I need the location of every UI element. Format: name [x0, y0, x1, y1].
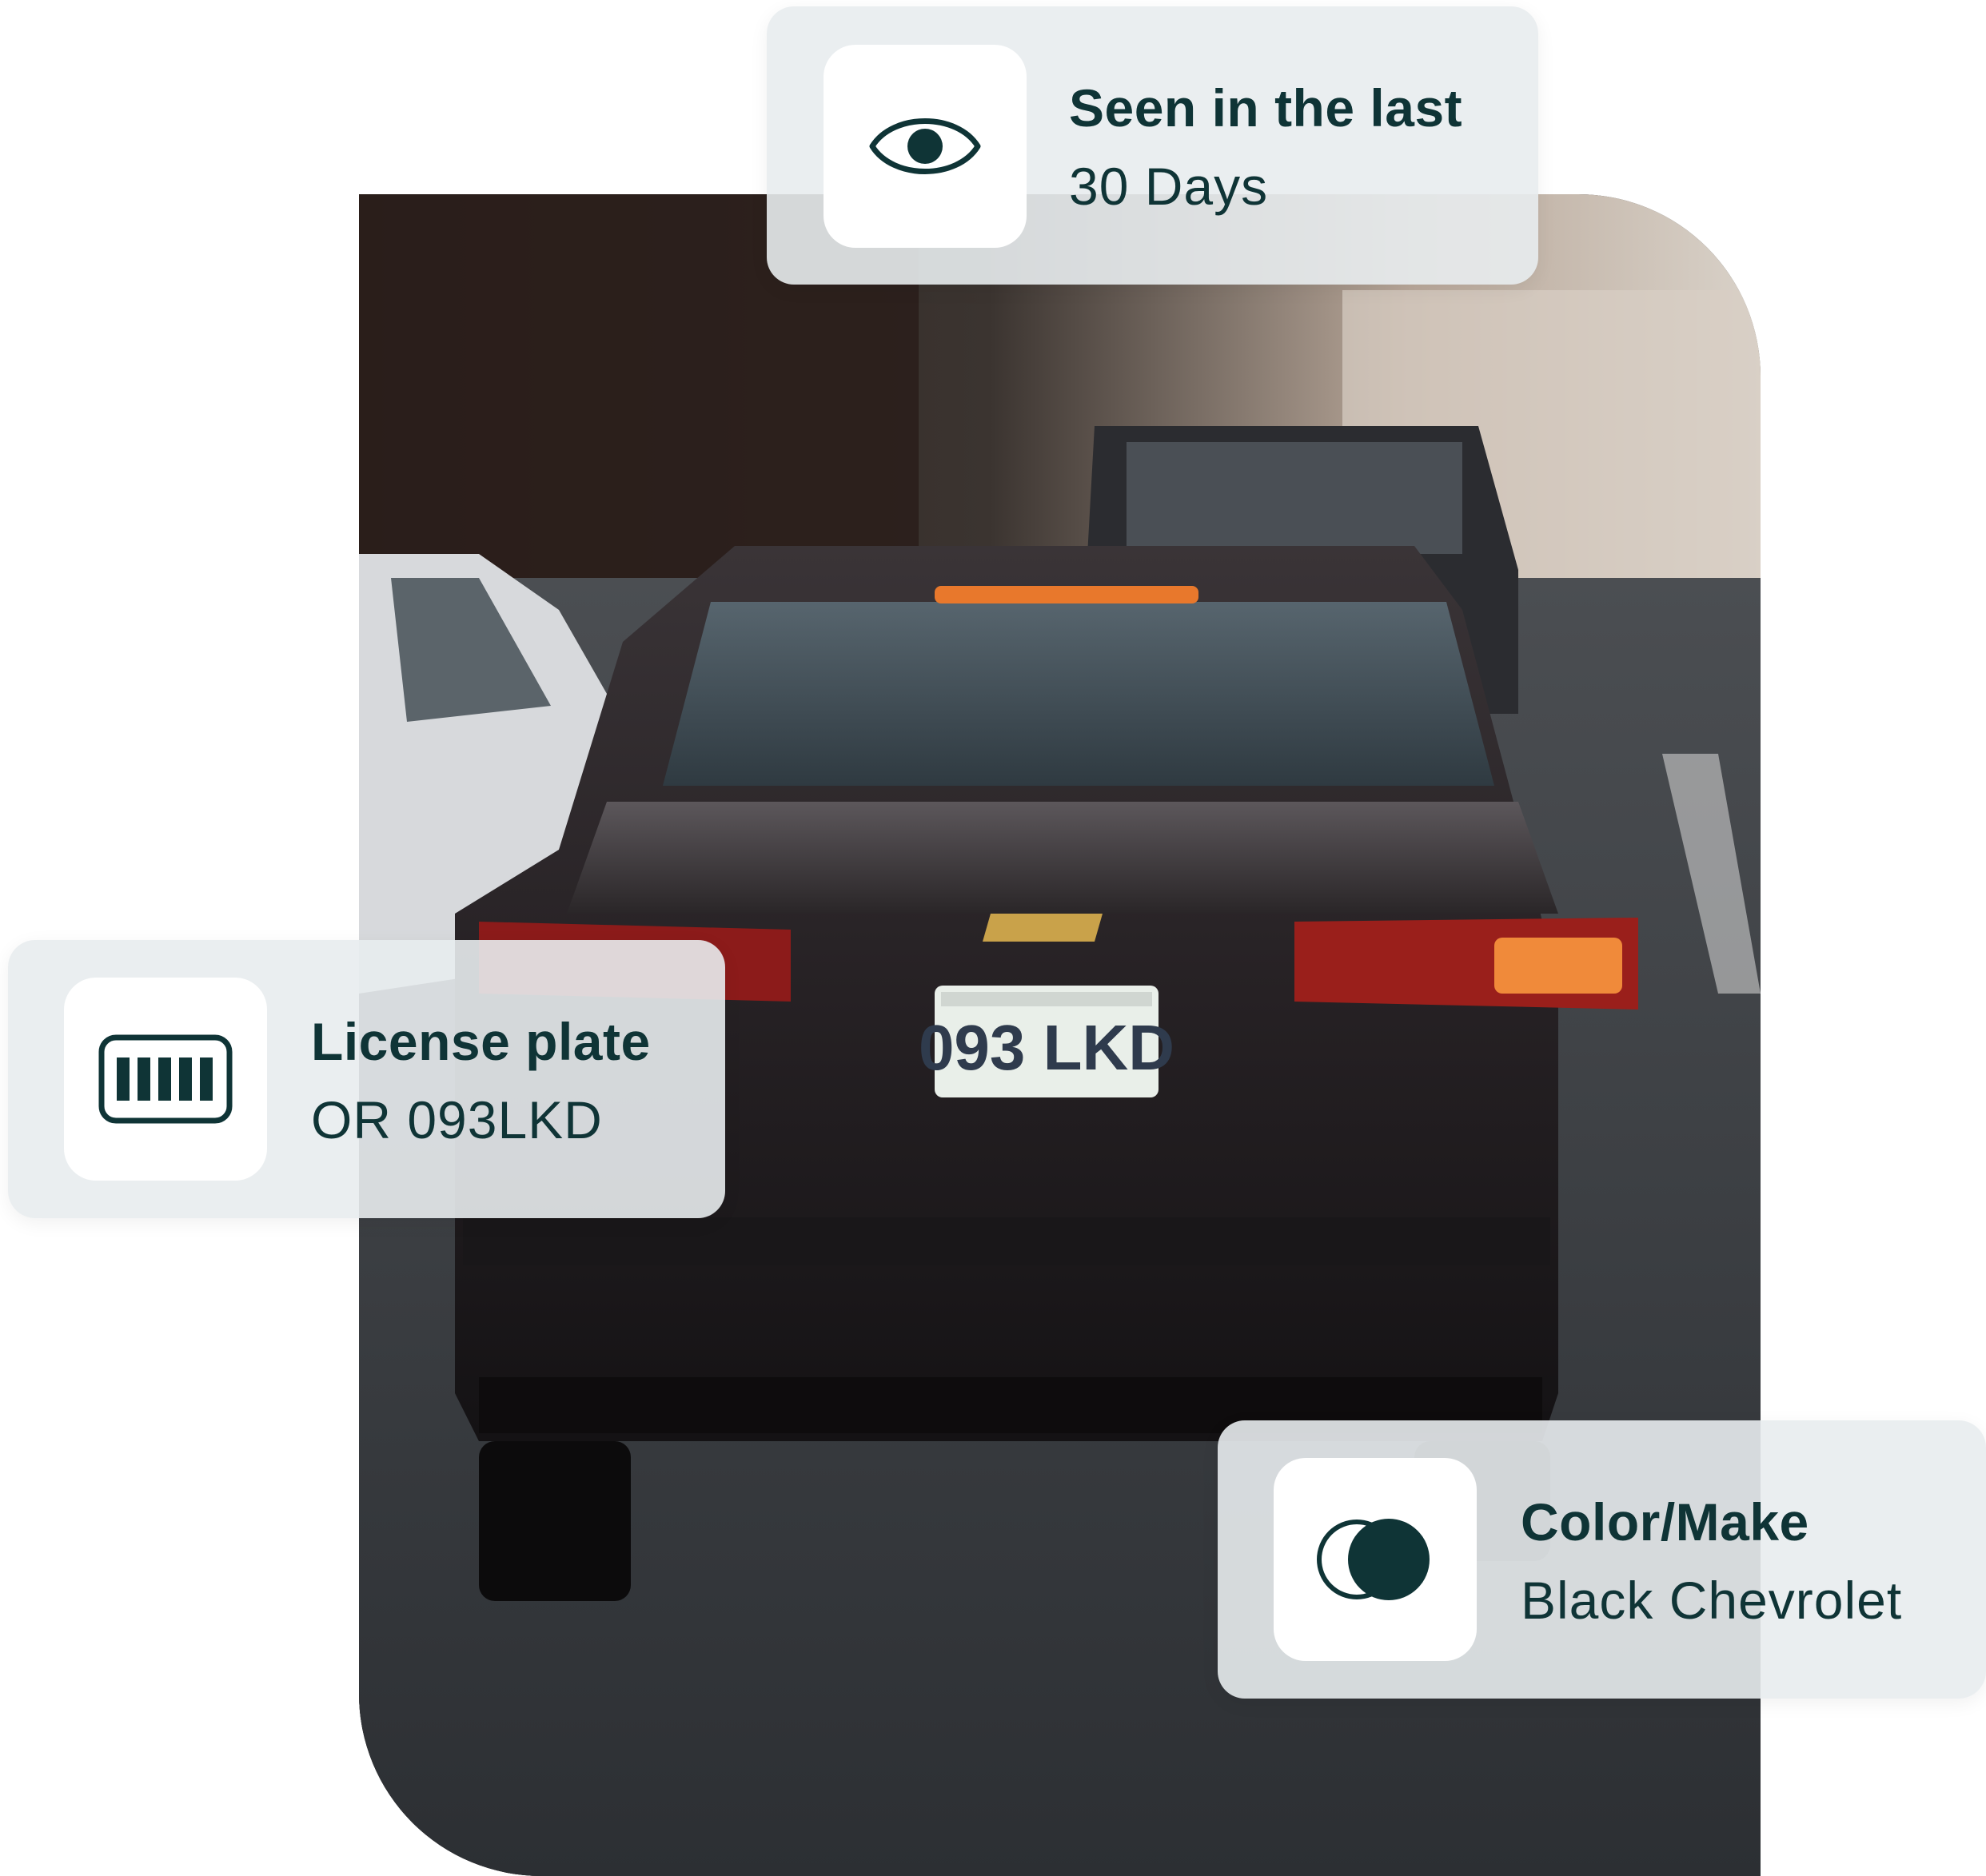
seen-card-text: Seen in the last 30 Days [1069, 82, 1462, 213]
plate-value: OR 093LKD [311, 1090, 603, 1149]
seen-title: Seen in the last [1069, 78, 1463, 137]
seen-card: Seen in the last 30 Days [767, 6, 1538, 285]
plate-title: License plate [311, 1012, 651, 1071]
seen-value: 30 Days [1069, 157, 1269, 216]
color-make-icon [1317, 1519, 1430, 1600]
plate-icon-box [64, 978, 267, 1181]
plate-card-text: License plate OR 093LKD [311, 1015, 651, 1146]
color-title: Color/Make [1521, 1492, 1809, 1551]
seen-icon-box [824, 45, 1027, 248]
svg-text:093 LKD: 093 LKD [919, 1012, 1174, 1083]
color-card-text: Color/Make Black Chevrolet [1521, 1496, 1902, 1627]
page: 093 LKD Seen in the last 30 Days License… [0, 0, 1986, 1876]
license-plate-card: License plate OR 093LKD [8, 940, 725, 1218]
license-plate-icon [98, 1034, 233, 1124]
color-icon-box [1274, 1458, 1477, 1661]
color-make-card: Color/Make Black Chevrolet [1218, 1420, 1986, 1699]
color-value: Black Chevrolet [1521, 1571, 1903, 1630]
eye-icon [869, 118, 981, 174]
